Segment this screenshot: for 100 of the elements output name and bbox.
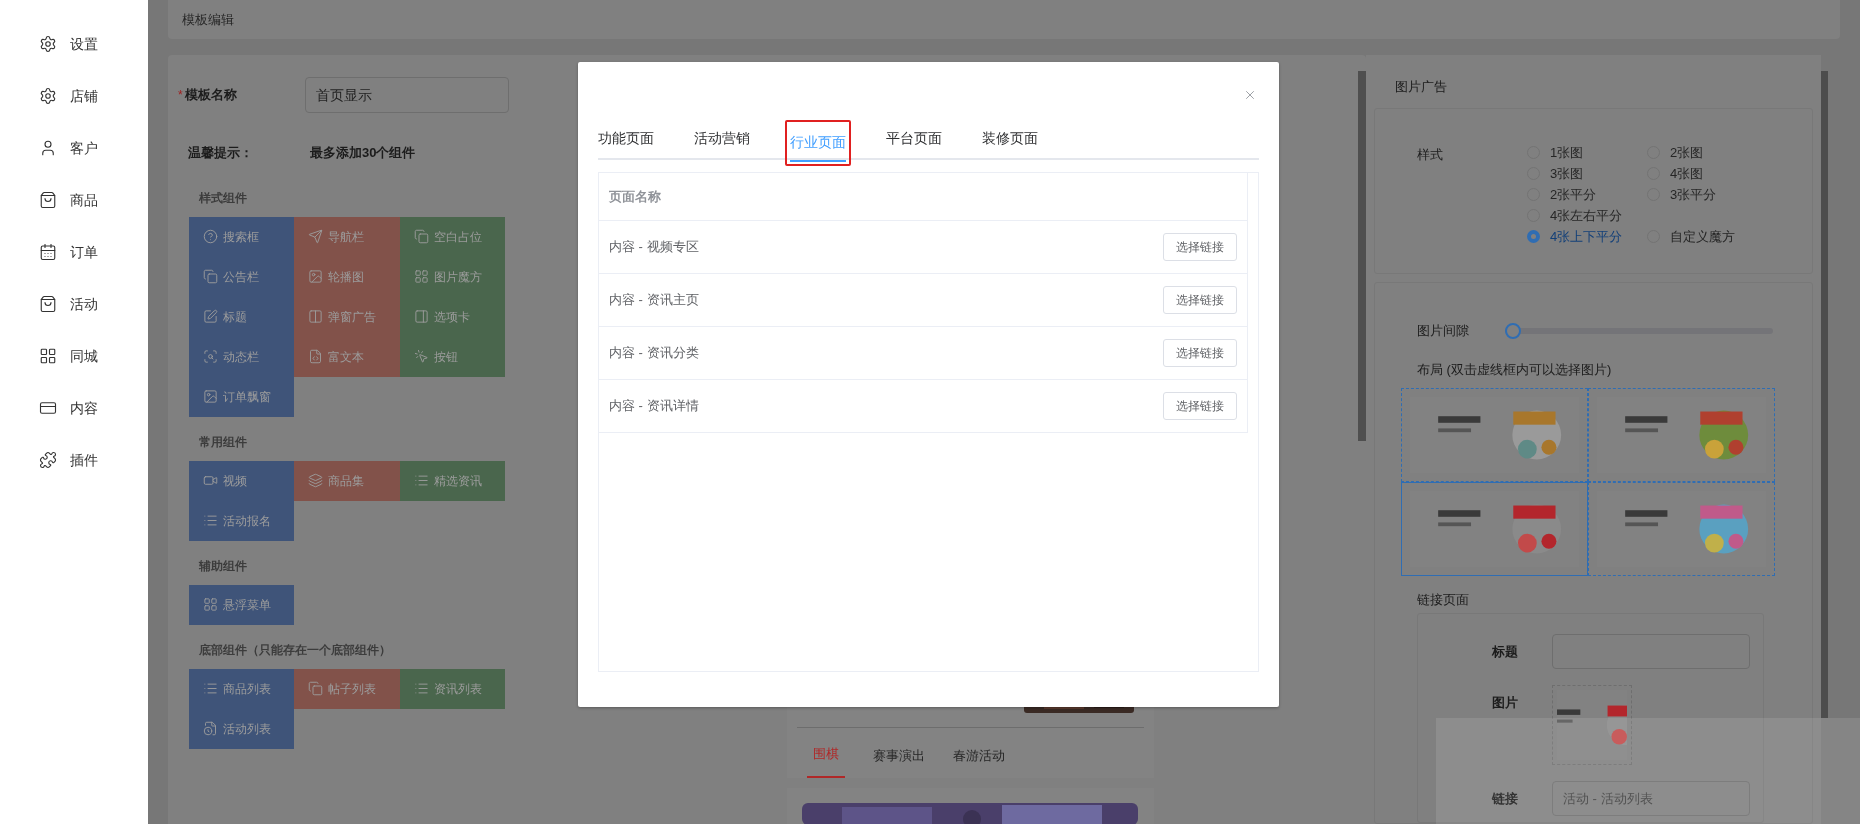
columns-icon bbox=[308, 309, 323, 324]
component-tile[interactable]: 空白占位 bbox=[400, 216, 505, 257]
select-link-button[interactable]: 选择链接 bbox=[1163, 233, 1237, 261]
field-label: 样式 bbox=[1417, 146, 1444, 164]
radio-button[interactable] bbox=[1527, 230, 1540, 244]
component-tile[interactable]: 选项卡 bbox=[400, 296, 505, 337]
radio-option[interactable]: 自定义魔方 bbox=[1647, 229, 1735, 245]
component-tile[interactable]: 弹窗广告 bbox=[294, 296, 400, 337]
component-tile[interactable]: 公告栏 bbox=[189, 256, 294, 297]
component-tile[interactable]: 帖子列表 bbox=[294, 668, 400, 709]
component-tile[interactable]: 活动报名 bbox=[189, 500, 294, 541]
select-link-button[interactable]: 选择链接 bbox=[1163, 339, 1237, 367]
component-tile[interactable]: 导航栏 bbox=[294, 216, 400, 257]
radio-option[interactable]: 2张平分 bbox=[1527, 187, 1647, 203]
field-label: 模板名称 bbox=[184, 86, 238, 105]
component-tile[interactable]: 商品列表 bbox=[189, 668, 294, 709]
list-icon bbox=[414, 473, 429, 488]
scrollbar[interactable] bbox=[1358, 71, 1366, 441]
sidebar-item[interactable]: 同城 bbox=[0, 342, 148, 370]
component-tile[interactable]: 搜索框 bbox=[189, 216, 294, 257]
sidebar-item[interactable]: 订单 bbox=[0, 238, 148, 266]
page-name: 内容 - 资讯详情 bbox=[609, 397, 699, 416]
radio-option[interactable]: 4张上下平分 bbox=[1527, 229, 1647, 245]
tab[interactable]: 平台页面 bbox=[886, 122, 942, 158]
radio-option[interactable]: 2张图 bbox=[1647, 145, 1704, 161]
column-header: 页面名称 bbox=[609, 187, 661, 206]
group-title: 样式组件 bbox=[199, 189, 247, 207]
sidebar-item[interactable]: 商品 bbox=[0, 186, 148, 214]
component-tile[interactable]: 精选资讯 bbox=[400, 460, 505, 501]
list-icon bbox=[203, 681, 218, 696]
select-link-button[interactable]: 选择链接 bbox=[1163, 392, 1237, 420]
category-tab[interactable]: 赛事演出 bbox=[873, 738, 925, 778]
scan-icon bbox=[203, 349, 218, 364]
layout-cell[interactable] bbox=[1401, 481, 1588, 576]
layers-icon bbox=[308, 473, 323, 488]
component-tile[interactable]: 按钮 bbox=[400, 336, 505, 377]
list-icon bbox=[414, 681, 429, 696]
gear-icon bbox=[39, 87, 57, 105]
slider-thumb[interactable] bbox=[1505, 322, 1521, 339]
scrollbar[interactable] bbox=[1821, 71, 1828, 718]
component-tile[interactable]: 视频 bbox=[189, 460, 294, 501]
user-icon bbox=[39, 139, 57, 157]
sidebar-item[interactable]: 插件 bbox=[0, 446, 148, 474]
image-icon bbox=[203, 389, 218, 404]
component-tile[interactable]: 悬浮菜单 bbox=[189, 584, 294, 625]
tab[interactable]: 行业页面 bbox=[790, 126, 846, 162]
tab-icon bbox=[414, 309, 429, 324]
send-icon bbox=[308, 229, 323, 244]
link-field[interactable]: 活动 - 活动列表 bbox=[1552, 781, 1750, 817]
group-title: 常用组件 bbox=[199, 433, 247, 451]
radio-option[interactable]: 4张左右平分 bbox=[1527, 208, 1647, 224]
layout-cell[interactable] bbox=[1588, 481, 1775, 576]
component-tile[interactable]: 标题 bbox=[189, 296, 294, 337]
component-tile[interactable]: 图片魔方 bbox=[400, 256, 505, 297]
component-tile[interactable]: 订单飘窗 bbox=[189, 376, 294, 417]
radio-option[interactable]: 4张图 bbox=[1647, 166, 1704, 182]
select-link-button[interactable]: 选择链接 bbox=[1163, 286, 1237, 314]
page-name: 内容 - 资讯主页 bbox=[609, 291, 699, 310]
table-row[interactable]: 内容 - 资讯详情 选择链接 bbox=[599, 380, 1248, 433]
field-label: 图片 bbox=[1491, 694, 1519, 713]
layout-cell[interactable] bbox=[1401, 387, 1588, 482]
sidebar-item[interactable]: 内容 bbox=[0, 394, 148, 422]
component-tile[interactable]: 商品集 bbox=[294, 460, 400, 501]
copy-icon bbox=[414, 229, 429, 244]
sidebar-item[interactable]: 店铺 bbox=[0, 82, 148, 110]
image-slot[interactable] bbox=[1552, 685, 1632, 766]
component-tile[interactable]: 富文本 bbox=[294, 336, 400, 377]
sidebar-item[interactable]: 设置 bbox=[0, 30, 148, 58]
name-field[interactable]: 首页显示 bbox=[304, 77, 509, 113]
bag-icon bbox=[39, 191, 57, 209]
bag-icon bbox=[39, 295, 57, 313]
layout-cell[interactable] bbox=[1588, 387, 1775, 482]
sidebar-item[interactable]: 活动 bbox=[0, 290, 148, 318]
close-icon bbox=[1243, 88, 1257, 102]
tab[interactable]: 装修页面 bbox=[982, 122, 1038, 158]
tip-text: 最多添加30个组件 bbox=[310, 144, 416, 162]
calendar-icon bbox=[39, 243, 57, 261]
sidebar-item[interactable]: 客户 bbox=[0, 134, 148, 162]
tab[interactable]: 活动营销 bbox=[694, 122, 750, 158]
radio-option[interactable]: 3张平分 bbox=[1647, 187, 1717, 203]
tip-label: 温馨提示： bbox=[188, 144, 254, 162]
component-tile[interactable]: 资讯列表 bbox=[400, 668, 505, 709]
category-tab[interactable]: 春游活动 bbox=[953, 738, 1005, 778]
component-tile[interactable]: 活动列表 bbox=[189, 708, 294, 749]
layout-label: 布局 (双击虚线框内可以选择图片) bbox=[1416, 361, 1613, 380]
copy-icon bbox=[203, 269, 218, 284]
puzzle-icon bbox=[39, 451, 57, 469]
video-icon bbox=[203, 473, 218, 488]
radio-option[interactable]: 1张图 bbox=[1527, 145, 1647, 161]
radio-option[interactable]: 3张图 bbox=[1527, 166, 1647, 182]
table-row[interactable]: 内容 - 资讯主页 选择链接 bbox=[599, 274, 1248, 327]
section-title: 链接页面 bbox=[1416, 590, 1470, 609]
slider[interactable] bbox=[1505, 322, 1773, 339]
component-tile[interactable]: 轮播图 bbox=[294, 256, 400, 297]
card-icon bbox=[39, 399, 57, 417]
page-name: 内容 - 资讯分类 bbox=[609, 344, 699, 363]
table-row[interactable]: 内容 - 视频专区 选择链接 bbox=[599, 221, 1248, 274]
tab[interactable]: 功能页面 bbox=[598, 122, 654, 158]
component-tile[interactable]: 动态栏 bbox=[189, 336, 294, 377]
table-row[interactable]: 内容 - 资讯分类 选择链接 bbox=[599, 327, 1248, 380]
